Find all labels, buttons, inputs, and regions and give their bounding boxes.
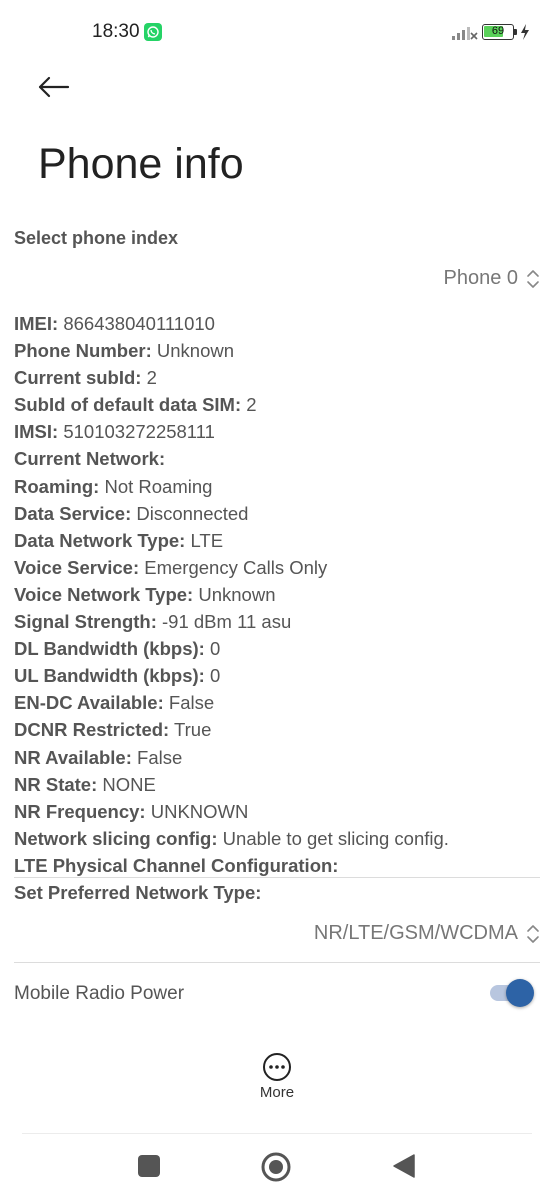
info-key: Voice Network Type: <box>14 583 194 605</box>
info-value: True <box>174 719 212 741</box>
info-key: UL Bandwidth (kbps): <box>14 665 205 687</box>
phone-index-value: Phone 0 <box>443 267 518 289</box>
info-value: NONE <box>102 773 156 795</box>
arrow-left-icon <box>38 76 70 98</box>
home-circle-icon[interactable] <box>260 1151 292 1183</box>
signal-no-service-icon <box>452 27 478 40</box>
page-title: Phone info <box>38 140 244 188</box>
info-row: Signal Strength: -91 dBm 11 asu <box>14 608 544 635</box>
info-row: Phone Number: Unknown <box>14 337 544 364</box>
status-time: 18:30 <box>92 21 140 42</box>
info-key: NR State: <box>14 773 98 795</box>
more-horizontal-icon <box>263 1053 291 1081</box>
info-row: EN-DC Available: False <box>14 689 544 716</box>
info-row: Voice Service: Emergency Calls Only <box>14 554 544 581</box>
battery-tip <box>514 29 517 35</box>
info-value: Unknown <box>156 340 235 362</box>
preferred-network-value: NR/LTE/GSM/WCDMA <box>313 922 518 944</box>
more-label: More <box>259 1084 295 1101</box>
info-key: IMSI: <box>14 421 59 443</box>
info-value: Unable to get slicing config. <box>222 827 449 849</box>
info-key: Network slicing config: <box>14 827 218 849</box>
info-key: Current subId: <box>14 367 142 389</box>
info-value: 510103272258111 <box>63 421 215 443</box>
info-row: SubId of default data SIM: 2 <box>14 391 544 418</box>
info-row: IMEI: 866438040111010 <box>14 310 544 337</box>
battery-level: 69 <box>491 25 505 37</box>
info-value: Unknown <box>198 583 276 605</box>
mobile-radio-power-label: Mobile Radio Power <box>14 983 185 1004</box>
info-row: IMSI: 510103272258111 <box>14 418 544 445</box>
info-value: 2 <box>246 394 257 416</box>
divider <box>14 877 540 878</box>
back-button[interactable] <box>30 66 78 110</box>
info-key: NR Frequency: <box>14 800 146 822</box>
back-triangle-icon[interactable] <box>392 1153 416 1179</box>
info-value: -91 dBm 11 asu <box>162 611 292 633</box>
info-key: LTE Physical Channel Configuration: <box>14 854 339 876</box>
preferred-network-select[interactable]: NR/LTE/GSM/WCDMA <box>314 922 540 945</box>
info-row: UL Bandwidth (kbps): 0 <box>14 662 544 689</box>
info-value: 0 <box>209 665 221 687</box>
info-key: NR Available: <box>14 746 132 768</box>
info-value: False <box>137 746 183 768</box>
info-row: Voice Network Type: Unknown <box>14 581 544 608</box>
info-row: Network slicing config: Unable to get sl… <box>14 825 544 852</box>
info-row: Current subId: 2 <box>14 364 544 391</box>
recents-square-icon[interactable] <box>138 1155 160 1177</box>
info-value: UNKNOWN <box>150 800 249 822</box>
charging-bolt-icon <box>521 24 529 40</box>
whatsapp-icon <box>144 23 162 41</box>
info-row: NR State: NONE <box>14 771 544 798</box>
info-value: LTE <box>190 529 224 551</box>
mobile-radio-power-toggle[interactable] <box>488 978 536 1008</box>
info-value: 2 <box>146 367 157 389</box>
info-value: 0 <box>209 638 221 660</box>
info-key: Data Network Type: <box>14 529 186 551</box>
battery-icon: 69 <box>482 24 517 40</box>
chevron-up-down-icon <box>527 924 539 943</box>
info-value: False <box>168 692 215 714</box>
preferred-network-label: Set Preferred Network Type: <box>14 882 262 903</box>
info-value: Not Roaming <box>104 475 213 497</box>
divider <box>14 962 540 963</box>
chevron-up-down-icon <box>527 269 539 288</box>
info-row: NR Frequency: UNKNOWN <box>14 798 544 825</box>
toggle-thumb <box>506 979 534 1007</box>
info-key: DCNR Restricted: <box>14 719 170 741</box>
status-bar: 18:30 69 <box>0 0 554 64</box>
info-key: Roaming: <box>14 475 100 497</box>
info-key: Signal Strength: <box>14 611 157 633</box>
phone-index-select[interactable]: Phone 0 <box>443 267 540 290</box>
info-row: DCNR Restricted: True <box>14 716 544 743</box>
phone-info-list: IMEI: 866438040111010 Phone Number: Unkno… <box>14 310 544 879</box>
info-key: IMEI: <box>14 313 59 334</box>
info-key: SubId of default data SIM: <box>14 394 242 416</box>
info-value: 866438040111010 <box>63 313 215 334</box>
info-row: Data Service: Disconnected <box>14 500 544 527</box>
info-row: Data Network Type: LTE <box>14 527 544 554</box>
info-key: Current Network: <box>14 448 166 470</box>
info-row: LTE Physical Channel Configuration: <box>14 852 544 879</box>
info-key: Data Service: <box>14 502 132 524</box>
info-row: NR Available: False <box>14 744 544 771</box>
info-key: Voice Service: <box>14 556 140 578</box>
info-row: DL Bandwidth (kbps): 0 <box>14 635 544 662</box>
info-value: Disconnected <box>136 502 249 524</box>
info-value: Emergency Calls Only <box>144 556 328 578</box>
info-key: DL Bandwidth (kbps): <box>14 638 205 660</box>
more-button[interactable]: More <box>240 1050 314 1110</box>
nav-divider <box>22 1133 532 1134</box>
info-row: Current Network: <box>14 445 544 472</box>
info-key: Phone Number: <box>14 340 152 362</box>
phone-index-label: Select phone index <box>14 228 179 248</box>
info-key: EN-DC Available: <box>14 692 164 714</box>
info-row: Roaming: Not Roaming <box>14 473 544 500</box>
